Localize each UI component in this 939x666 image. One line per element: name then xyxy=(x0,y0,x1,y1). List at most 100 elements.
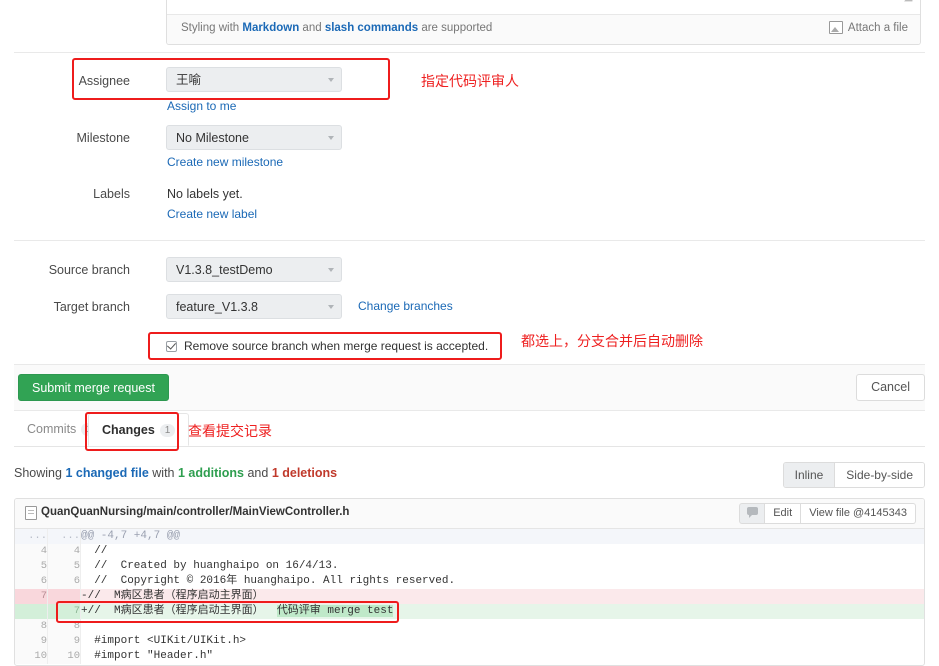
diff-new-line-number: 8 xyxy=(47,619,81,634)
view-side-by-side-button[interactable]: Side-by-side xyxy=(835,463,924,487)
target-branch-select[interactable]: feature_V1.3.8 xyxy=(166,294,342,319)
diff-new-line-number xyxy=(47,589,81,604)
diff-row[interactable]: 66 // Copyright © 2016年 huanghaipo. All … xyxy=(15,574,924,589)
summary-deletions: 1 deletions xyxy=(271,466,338,480)
markdown-link[interactable]: Markdown xyxy=(242,22,299,34)
assignee-value: 王喻 xyxy=(176,73,202,87)
diff-new-line-number: 6 xyxy=(47,574,81,589)
annotation-changes-note: 查看提交记录 xyxy=(188,424,272,440)
diff-new-line-number: 10 xyxy=(47,649,81,664)
target-branch-label: Target branch xyxy=(53,300,130,314)
markdown-hint-pre: Styling with xyxy=(181,22,243,34)
markdown-hint: Styling with Markdown and slash commands… xyxy=(181,22,492,34)
diff-new-line-number: ... xyxy=(47,529,81,544)
diff-old-line-number: 4 xyxy=(15,544,48,559)
diff-code-line: @@ -4,7 +4,7 @@ xyxy=(80,529,924,544)
diff-new-line-number: 4 xyxy=(47,544,81,559)
diff-row[interactable]: 55 // Created by huanghaipo on 16/4/13. xyxy=(15,559,924,574)
tab-bar: Commits 1 Changes 1 xyxy=(14,413,925,447)
summary-showing: Showing xyxy=(14,466,62,480)
attach-file-label: Attach a file xyxy=(847,21,908,34)
diff-old-line-number: 6 xyxy=(15,574,48,589)
tab-commits-label: Commits xyxy=(27,422,77,436)
diff-row[interactable]: 88 xyxy=(15,619,924,634)
diff-file: QuanQuanNursing/main/controller/MainView… xyxy=(14,498,925,666)
description-box: ◢ Styling with Markdown and slash comman… xyxy=(166,0,921,45)
diff-row[interactable]: 10 10 #import "Header.h" xyxy=(15,649,924,664)
assignee-select[interactable]: 王喻 xyxy=(166,67,342,92)
labels-label: Labels xyxy=(93,187,130,201)
create-label-link[interactable]: Create new label xyxy=(167,207,257,221)
diff-code-line: -// M病区患者（程序启动主界面） xyxy=(80,589,924,604)
summary-additions: 1 additions xyxy=(178,466,244,480)
resize-handle-icon[interactable]: ◢ xyxy=(904,0,914,3)
source-branch-select[interactable]: V1.3.8_testDemo xyxy=(166,257,342,282)
diff-file-path: QuanQuanNursing/main/controller/MainView… xyxy=(41,506,350,518)
description-footer: Styling with Markdown and slash commands… xyxy=(167,14,920,44)
summary-and: and xyxy=(247,466,269,480)
labels-value: No labels yet. xyxy=(167,187,243,201)
diff-view-toggle[interactable]: Inline Side-by-side xyxy=(782,462,925,488)
source-branch-value: V1.3.8_testDemo xyxy=(176,263,273,277)
diff-old-line-number: 10 xyxy=(15,649,48,664)
diff-summary: Showing 1 changed file with 1 additions … xyxy=(14,466,337,480)
target-branch-value: feature_V1.3.8 xyxy=(176,300,259,314)
chevron-down-icon xyxy=(328,136,334,140)
milestone-select[interactable]: No Milestone xyxy=(166,125,342,150)
divider-top xyxy=(14,52,925,53)
divider-branches xyxy=(14,240,925,241)
diff-code-line xyxy=(81,619,925,634)
change-branches-link[interactable]: Change branches xyxy=(358,299,453,313)
annotation-remove-branch-note: 都选上，分支合并后自动删除 xyxy=(521,334,703,350)
edit-file-button[interactable]: Edit xyxy=(765,503,802,524)
diff-row[interactable]: 44 // xyxy=(15,544,924,559)
remove-source-branch-row[interactable]: Remove source branch when merge request … xyxy=(166,339,488,353)
view-inline-button[interactable]: Inline xyxy=(783,463,836,487)
diff-old-line-number: 5 xyxy=(15,559,48,574)
diff-code-line: // Created by huanghaipo on 16/4/13. xyxy=(81,560,339,572)
diff-highlight: 代码评审 merge test xyxy=(276,605,394,617)
diff-code-line: // xyxy=(81,545,108,557)
diff-row[interactable]: 99 #import <UIKit/UIKit.h> xyxy=(15,634,924,649)
diff-code-line: #import "Header.h" xyxy=(81,650,214,662)
diff-old-line-number xyxy=(15,604,48,619)
tab-changes[interactable]: Changes 1 xyxy=(88,413,190,446)
create-milestone-link[interactable]: Create new milestone xyxy=(167,155,283,169)
diff-old-line-number: 8 xyxy=(15,619,48,634)
merge-request-page: ◢ Styling with Markdown and slash comman… xyxy=(0,0,939,666)
chevron-down-icon xyxy=(328,268,334,272)
diff-row[interactable]: ...... @@ -4,7 +4,7 @@ xyxy=(15,529,924,544)
diff-code-line: #import <UIKit/UIKit.h> xyxy=(81,635,247,647)
remove-source-branch-label: Remove source branch when merge request … xyxy=(184,339,489,353)
assignee-label: Assignee xyxy=(78,74,130,88)
markdown-hint-post: are supported xyxy=(418,22,493,34)
diff-file-header: QuanQuanNursing/main/controller/MainView… xyxy=(15,499,924,529)
tab-changes-label: Changes xyxy=(102,423,155,437)
view-file-button[interactable]: View file @4145343 xyxy=(801,503,916,524)
tab-changes-count: 1 xyxy=(159,423,176,437)
milestone-value: No Milestone xyxy=(176,131,249,145)
submit-merge-request-button[interactable]: Submit merge request xyxy=(18,374,169,401)
cancel-button[interactable]: Cancel xyxy=(856,374,925,401)
file-icon xyxy=(25,506,37,520)
attach-file-button[interactable]: Attach a file xyxy=(828,21,908,34)
diff-file-actions: Edit View file @4145343 xyxy=(739,503,916,524)
remove-source-branch-checkbox[interactable] xyxy=(166,340,177,352)
diff-code-line: +// M病区患者（程序启动主界面） 代码评审 merge test xyxy=(80,604,924,619)
diff-code-line: // Copyright © 2016年 huanghaipo. All rig… xyxy=(81,575,456,587)
assign-to-me-link[interactable]: Assign to me xyxy=(167,99,236,113)
comment-bubble-icon xyxy=(746,507,758,518)
diff-new-line-number: 9 xyxy=(47,634,81,649)
summary-changed-file: 1 changed file xyxy=(65,466,149,480)
diff-row[interactable]: 7 +// M病区患者（程序启动主界面） 代码评审 merge test xyxy=(15,604,924,619)
diff-table: ...... @@ -4,7 +4,7 @@ 4 4 //5 5 // Created … xyxy=(15,529,924,664)
diff-new-line-number: 5 xyxy=(47,559,81,574)
comment-icon-button[interactable] xyxy=(739,503,766,524)
slash-commands-link[interactable]: slash commands xyxy=(325,22,418,34)
diff-row[interactable]: 7 -// M病区患者（程序启动主界面） xyxy=(15,589,924,604)
diff-new-line-number: 7 xyxy=(47,604,81,619)
milestone-label: Milestone xyxy=(76,131,131,145)
diff-old-line-number: 7 xyxy=(15,589,48,604)
chevron-down-icon xyxy=(328,305,334,309)
source-branch-label: Source branch xyxy=(48,263,130,277)
